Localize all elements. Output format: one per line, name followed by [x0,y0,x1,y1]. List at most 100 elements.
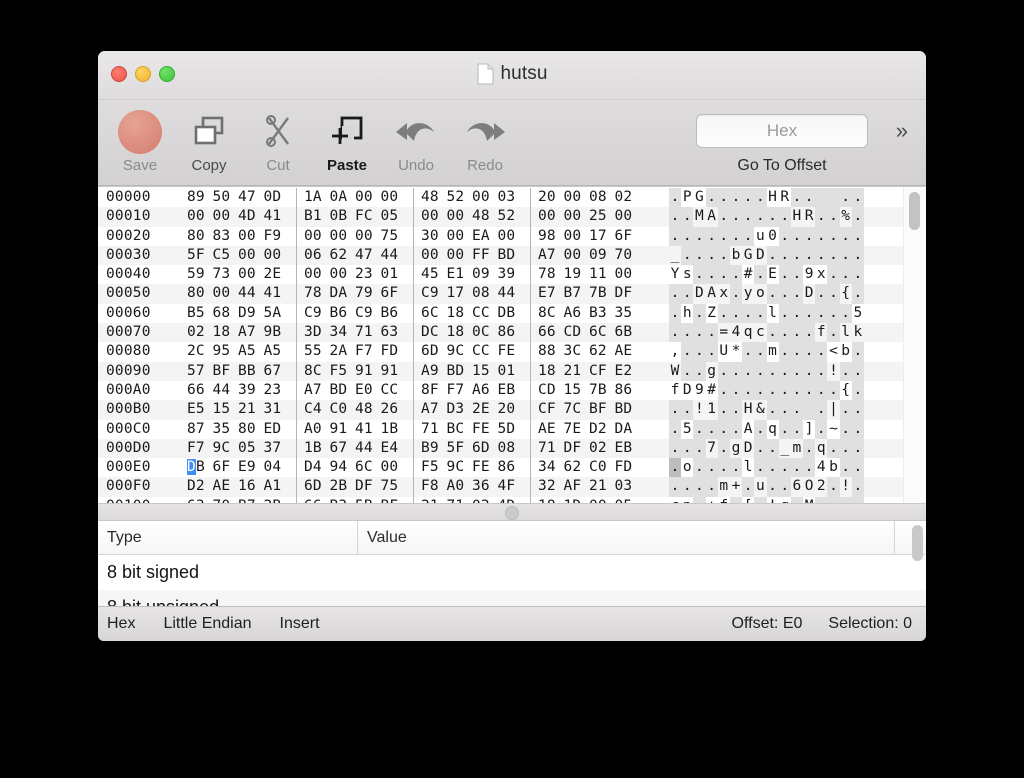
hex-byte[interactable]: 86 [498,458,524,477]
hex-byte[interactable]: 89 [187,188,213,207]
hex-byte[interactable]: 1B [381,420,407,439]
hex-byte[interactable]: 6C [421,304,447,323]
hex-byte[interactable]: 00 [238,246,264,265]
hex-byte[interactable]: 00 [564,207,590,226]
hex-byte[interactable]: 7E [564,420,590,439]
hex-byte[interactable]: 86 [615,381,641,400]
hex-row[interactable]: 00040 59 73 00 2E 00 00 23 01 45 E1 09 39 78 19 11 00 Ys.… [98,265,903,285]
hex-byte[interactable]: 6D [421,342,447,361]
ascii-column[interactable]: W.. g.........!.. [669,361,864,381]
hex-byte[interactable]: 44 [213,381,239,400]
hex-byte[interactable]: 3C [564,342,590,361]
hex-byte[interactable]: F5 [421,458,447,477]
hex-byte[interactable]: 48 [355,400,381,419]
hex-row[interactable]: 00090 57 BF BB 67 8C F5 91 91 A9 BD 15 01 18 21 CF E2 W..… [98,361,903,381]
hex-byte[interactable]: 03 [615,477,641,496]
hex-byte[interactable]: A7 [538,246,564,265]
hex-byte[interactable]: 01 [381,265,407,284]
ascii-column[interactable]: . 5.... A. q..]. ~.. [669,419,864,439]
hex-row[interactable]: 00000 89 50 47 0D 1A 0A 00 00 48 52 00 03 20 00 08 02. P G… [98,188,903,208]
hex-byte[interactable]: 16 [238,477,264,496]
hex-row[interactable]: 000B0 E5 15 21 31 C4 C0 48 26 A7 D3 2E 20 CF 7C BF BD..!… [98,400,903,420]
hex-byte[interactable]: DF [615,284,641,303]
hex-row[interactable]: 00030 5F C5 00 00 06 62 47 44 00 00 FF BD A7 00 09 70 _..… [98,245,903,266]
hex-byte[interactable]: 09 [589,246,615,265]
hex-byte[interactable]: 39 [238,381,264,400]
hex-byte[interactable]: ED [264,420,290,439]
hex-byte[interactable]: FE [498,342,524,361]
hex-byte[interactable]: F5 [330,362,356,381]
hex-byte[interactable]: BD [615,400,641,419]
hex-byte[interactable]: F7 [355,342,381,361]
ascii-column[interactable]: .... = 4 q c.... f. l k [669,323,864,343]
ascii-column[interactable]: .o....l.....4b.. [669,458,864,478]
hex-byte[interactable]: 78 [538,265,564,284]
hex-byte[interactable]: 08 [498,439,524,458]
hex-scroll-thumb[interactable] [909,192,920,230]
hex-byte[interactable]: 20 [498,400,524,419]
hex-byte[interactable]: FE [472,458,498,477]
hex-byte[interactable]: C9 [304,304,330,323]
hex-byte[interactable]: AE [213,477,239,496]
hex-byte[interactable]: E2 [615,362,641,381]
copy-button[interactable]: Copy [173,108,245,174]
hex-byte[interactable]: 00 [213,207,239,226]
hex-byte[interactable]: A0 [447,477,473,496]
hex-byte[interactable]: 18 [447,304,473,323]
hex-byte[interactable]: 9C [213,439,239,458]
column-header-type[interactable]: Type [98,521,358,554]
hex-byte[interactable]: 11 [589,265,615,284]
hex-byte[interactable]: FC [355,207,381,226]
hex-row[interactable]: 000D0 F7 9C 05 37 1B 67 44 E4 B9 5F 6D 08 71 DF 02 EB...… [98,438,903,459]
hex-byte[interactable]: 00 [330,265,356,284]
hex-byte[interactable]: 79 [355,284,381,303]
undo-button[interactable]: Undo [380,108,452,174]
hex-byte[interactable]: 00 [564,246,590,265]
hex-byte[interactable]: 91 [355,362,381,381]
hex-byte[interactable]: 7B [589,284,615,303]
hex-byte[interactable]: 00 [381,188,407,207]
ascii-column[interactable]: ,... U *.. m.... < b. [669,342,864,362]
hex-byte[interactable]: 21 [589,477,615,496]
hex-byte[interactable]: 44 [355,439,381,458]
hex-byte[interactable]: C4 [304,400,330,419]
hex-byte[interactable]: DB [187,458,213,477]
hex-byte[interactable]: 44 [498,284,524,303]
hex-byte[interactable]: 17 [447,284,473,303]
hex-byte[interactable]: CF [538,400,564,419]
hex-byte[interactable]: 41 [264,207,290,226]
hex-byte[interactable]: D9 [238,304,264,323]
hex-byte[interactable]: 6C [589,323,615,342]
hex-byte[interactable]: A5 [264,342,290,361]
hex-byte[interactable]: 34 [538,458,564,477]
hex-byte[interactable]: C5 [213,246,239,265]
hex-byte[interactable]: 18 [213,323,239,342]
hex-view[interactable]: 00000 89 50 47 0D 1A 0A 00 00 48 52 00 03 20 00 08 02. P G… [98,186,926,503]
hex-byte[interactable]: 87 [187,420,213,439]
hex-byte[interactable]: 59 [187,265,213,284]
hex-byte[interactable]: B5 [187,304,213,323]
cut-button[interactable]: Cut [242,108,314,174]
hex-byte[interactable]: D4 [304,458,330,477]
hex-byte[interactable]: E0 [355,381,381,400]
hex-byte[interactable]: 23 [264,381,290,400]
hex-byte[interactable]: 15 [564,381,590,400]
hex-byte[interactable]: C0 [589,458,615,477]
ascii-column[interactable]: .. D Ax. y o... D..{. [669,284,864,304]
hex-byte[interactable]: 9C [447,458,473,477]
hex-byte[interactable]: 00 [498,227,524,246]
hex-byte[interactable]: 95 [213,342,239,361]
hex-byte[interactable]: BF [589,400,615,419]
hex-byte[interactable]: A7 [238,323,264,342]
ascii-column[interactable]: .h.Z....l......5 [669,303,864,324]
hex-byte[interactable]: 19 [564,265,590,284]
ascii-column[interactable]: .... m +. u.. 6 O 2.!. [669,477,864,497]
hex-byte[interactable]: AE [538,420,564,439]
hex-vertical-scrollbar[interactable] [903,187,926,503]
ascii-column[interactable]: ... 7. g D.. _ m. q... [669,438,864,459]
hex-byte[interactable]: CD [564,323,590,342]
hex-byte[interactable]: CC [381,381,407,400]
hex-byte[interactable]: A1 [264,477,290,496]
hex-byte[interactable]: 08 [589,188,615,207]
hex-byte[interactable]: 68 [213,304,239,323]
